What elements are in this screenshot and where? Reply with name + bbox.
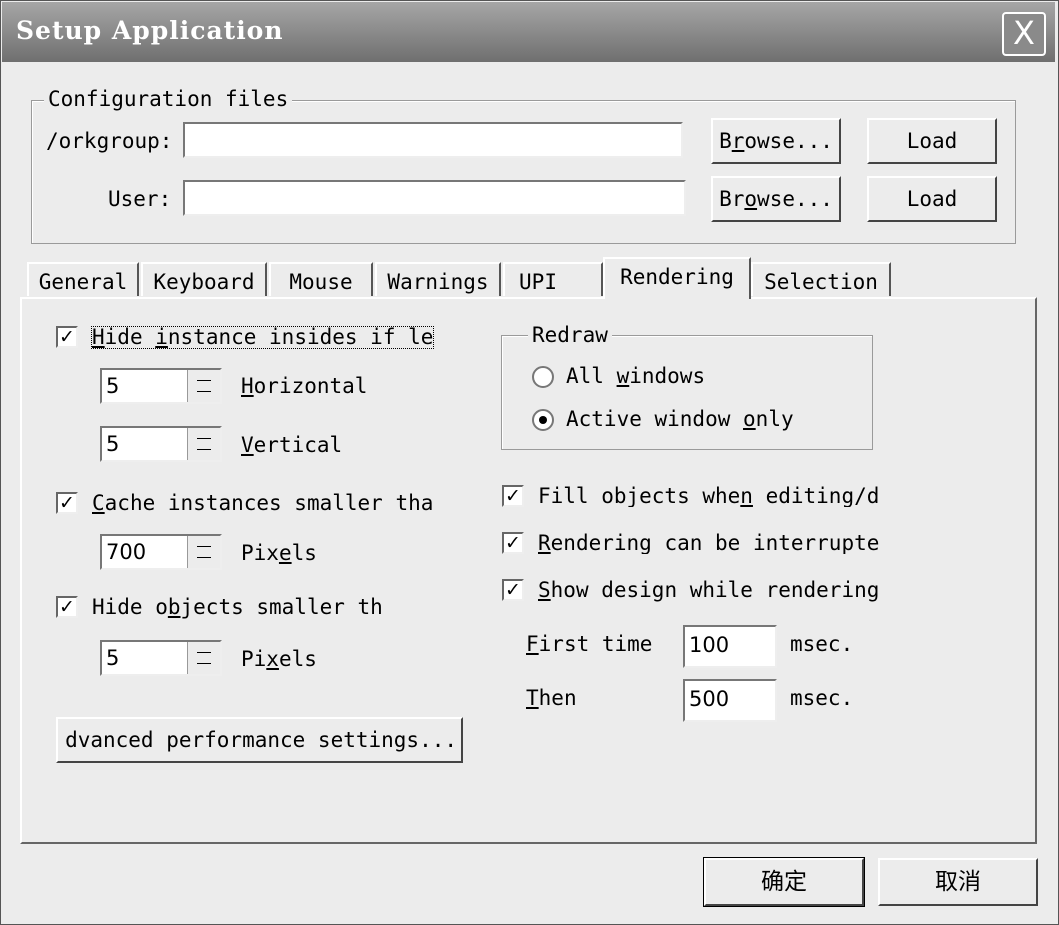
hide-instance-checkbox[interactable]: ✓: [56, 326, 78, 348]
tab-keyboard[interactable]: Keyboard: [141, 262, 267, 296]
active-window-only-label[interactable]: Active window only: [566, 409, 794, 430]
spin-down-icon: [197, 663, 211, 664]
vertical-label: Vertical: [241, 433, 343, 457]
redraw-legend: Redraw: [528, 325, 612, 346]
user-input[interactable]: [183, 180, 686, 216]
workgroup-load-button[interactable]: Load: [867, 118, 997, 164]
user-label: User:: [108, 187, 172, 211]
advanced-performance-settings-button[interactable]: dvanced performance settings...: [56, 717, 463, 763]
all-windows-radio[interactable]: [532, 366, 554, 388]
tab-rendering[interactable]: Rendering: [603, 257, 751, 299]
spin-up-icon: [197, 380, 211, 381]
fill-objects-label[interactable]: Fill objects when editing/d: [538, 486, 894, 507]
cache-instances-checkbox[interactable]: ✓: [56, 492, 78, 514]
tab-warnings[interactable]: Warnings: [375, 262, 501, 296]
tab-selection[interactable]: Selection: [751, 262, 891, 296]
then-input[interactable]: 500: [683, 679, 777, 722]
redraw-group: [501, 335, 873, 450]
active-window-only-radio[interactable]: [532, 409, 554, 431]
then-label: Then: [526, 686, 577, 710]
first-time-label: First time: [526, 632, 653, 656]
first-time-unit: msec.: [790, 632, 854, 656]
window-title: Setup Application: [16, 16, 284, 45]
tab-general[interactable]: General: [27, 262, 139, 296]
show-design-checkbox[interactable]: ✓: [502, 579, 524, 601]
close-icon: X: [1013, 14, 1035, 52]
spin-down-icon: [197, 391, 211, 392]
ok-button[interactable]: 确定: [703, 857, 865, 907]
horizontal-spinner[interactable]: 5: [100, 368, 222, 404]
all-windows-label[interactable]: All windows: [566, 366, 705, 387]
spin-up-icon: [197, 438, 211, 439]
spin-up-icon: [197, 652, 211, 653]
hide-objects-checkbox[interactable]: ✓: [56, 596, 78, 618]
tab-mouse[interactable]: Mouse: [269, 262, 373, 296]
objects-pixels-spinner[interactable]: 5: [100, 640, 222, 676]
horizontal-spin-buttons[interactable]: [187, 370, 220, 402]
fill-objects-checkbox[interactable]: ✓: [502, 485, 524, 507]
objects-pixels-spin-buttons[interactable]: [187, 642, 220, 674]
objects-pixels-label: Pixels: [241, 647, 317, 671]
user-load-button[interactable]: Load: [867, 176, 997, 222]
vertical-spinner[interactable]: 5: [100, 426, 222, 462]
spin-up-icon: [197, 546, 211, 547]
spin-down-icon: [197, 449, 211, 450]
first-time-input[interactable]: 100: [683, 625, 777, 668]
then-unit: msec.: [790, 686, 854, 710]
show-design-label[interactable]: Show design while rendering: [538, 580, 879, 601]
cache-pixels-spinner[interactable]: 700: [100, 534, 222, 570]
configuration-files-legend: Configuration files: [44, 89, 293, 110]
cancel-button[interactable]: 取消: [878, 858, 1038, 906]
cache-instances-label[interactable]: Cache instances smaller tha: [92, 493, 433, 514]
cache-pixels-spin-buttons[interactable]: [187, 536, 220, 568]
hide-instance-label[interactable]: Hide instance insides if le: [90, 326, 435, 349]
tab-upi[interactable]: UPI: [503, 262, 603, 296]
workgroup-label: /orkgroup:: [46, 129, 173, 153]
rendering-interrupted-checkbox[interactable]: ✓: [502, 532, 524, 554]
close-button[interactable]: X: [1002, 12, 1046, 56]
user-browse-button[interactable]: Br o wse...: [711, 176, 841, 222]
spin-down-icon: [197, 557, 211, 558]
hide-objects-label[interactable]: Hide objects smaller th: [92, 597, 383, 618]
vertical-spin-buttons[interactable]: [187, 428, 220, 460]
rendering-interrupted-label[interactable]: Rendering can be interrupte: [538, 533, 894, 554]
horizontal-label: Horizontal: [241, 374, 368, 398]
workgroup-browse-button[interactable]: Br owse...: [711, 118, 841, 164]
workgroup-input[interactable]: [183, 122, 683, 158]
cache-pixels-label: Pixels: [241, 541, 317, 565]
